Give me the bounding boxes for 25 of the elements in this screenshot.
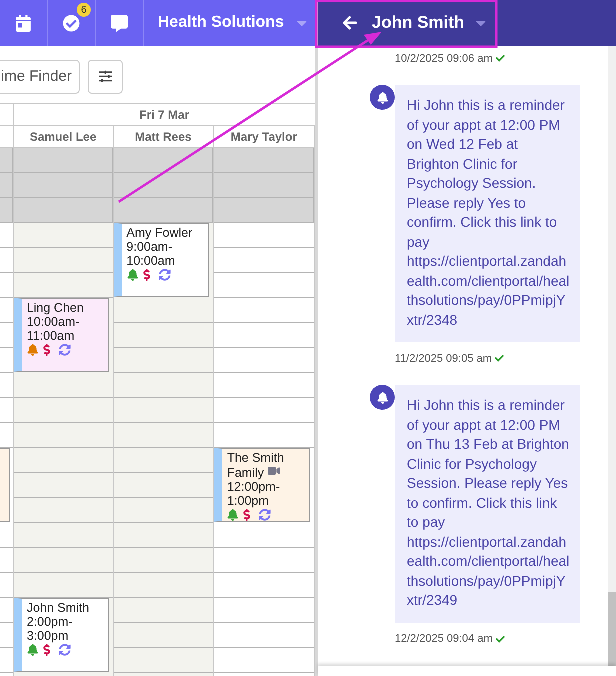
appointment-time: 10:00am-11:00am	[26, 315, 81, 343]
message-timestamp: 12/2/2025 09:04 am	[395, 633, 493, 646]
appointment-card[interactable]: Amy Fowler 9:00am-10:00am	[114, 223, 210, 297]
day-header: Fri 7 Mar	[138, 106, 190, 124]
client-name: Amy Fowler	[126, 226, 194, 240]
appointment-card[interactable]: The Smith Family 12:00pm-1:00pm	[214, 448, 310, 522]
client-name: John Smith	[26, 601, 90, 615]
message-bubble: Hi John this is a reminder of your appt at 12:00 PM on Wed 12 Feb at Brighton Clinic for Psychology Session. Please reply Yes to confirm. Click this link to pay https://clientportal.zandahealth.com/clientportal/healthsolutions/pay/0PPmipjYxtr/2348	[395, 85, 580, 342]
appointment-card[interactable]: Ling Chen 10:00am-11:00am	[14, 298, 109, 372]
staff-header: Samuel Lee	[14, 126, 114, 147]
message-timestamp: 10/2/2025 09:06 am	[395, 52, 493, 65]
time-finder-button[interactable]: ime Finder	[0, 60, 80, 94]
count-badge: 6	[77, 3, 91, 17]
client-name: The Smith Family	[227, 451, 286, 480]
org-dropdown[interactable]: Health Solutions	[144, 0, 310, 46]
contact-name[interactable]: John Smith	[372, 13, 465, 33]
staff-header: Matt Rees	[114, 126, 214, 147]
appointment-time: 9:00am-10:00am	[126, 240, 176, 268]
appointment-time: 12:00pm-1:00pm	[227, 480, 282, 508]
message-timestamp: 11/2/2025 09:05 am	[395, 352, 492, 365]
staff-header: Mary Taylor	[214, 126, 315, 147]
message-bubble: Hi John this is a reminder of your appt at 12:00 PM on Thu 13 Feb at Brighton Clinic for Psychology Session. Please reply Yes to confirm. Click this link to pay https://clientportal.zandahealth.com/clientportal/healthsolutions/pay/0PPmipjYxtr/2349	[395, 385, 580, 623]
appointment-card[interactable]: John Smith 2:00pm-3:00pm	[14, 598, 109, 672]
appointment-time: 2:00pm-3:00pm	[26, 615, 74, 643]
client-name: Ling Chen	[26, 301, 85, 315]
